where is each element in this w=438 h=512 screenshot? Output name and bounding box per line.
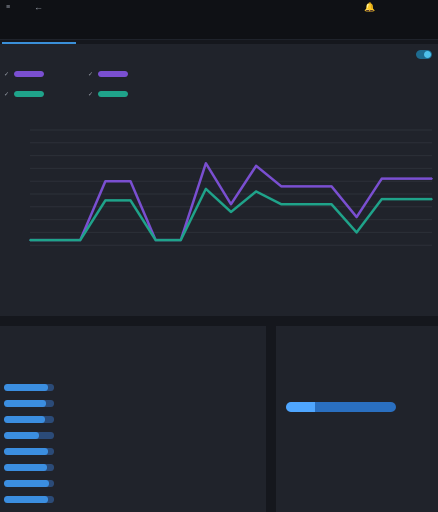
storage-progress-bar — [286, 402, 396, 412]
legend-row-purple-1[interactable]: ✓ — [4, 70, 44, 78]
usage-bar — [4, 496, 54, 503]
line-chart — [29, 129, 433, 246]
tab-bar — [0, 28, 438, 44]
table-row[interactable] — [0, 476, 266, 492]
legend-swatch-purple — [98, 71, 128, 77]
check-icon: ✓ — [88, 71, 94, 78]
table-row[interactable] — [0, 460, 266, 476]
chart-panel: ✓ ✓ ✓ ✓ — [0, 44, 438, 316]
chart-toggle[interactable] — [412, 50, 432, 59]
usage-bar-fill — [4, 448, 48, 455]
series-1-point-14 — [380, 198, 383, 200]
check-icon: ✓ — [4, 71, 10, 78]
legend-swatch-purple — [14, 71, 44, 77]
usage-bar — [4, 464, 54, 471]
series-0-point-14 — [380, 177, 383, 180]
usage-bar-fill — [4, 384, 48, 391]
series-0-point-11 — [305, 185, 308, 188]
series-0-point-4 — [129, 180, 132, 182]
series-0-point-3 — [104, 180, 107, 182]
menu-icon[interactable]: ≡ — [6, 4, 10, 11]
legend-row-teal-1[interactable]: ✓ — [4, 90, 44, 98]
series-1-point-11 — [305, 203, 308, 206]
usage-bar-fill — [4, 416, 45, 423]
toggle-switch[interactable] — [416, 50, 432, 59]
series-0-point-9 — [255, 165, 257, 167]
series-1-point-9 — [255, 190, 257, 193]
usage-bar-fill — [4, 400, 46, 407]
check-icon: ✓ — [4, 91, 10, 98]
series-0-point-7 — [205, 162, 207, 165]
series-1-point-16 — [431, 198, 433, 200]
series-0-point-10 — [280, 185, 283, 188]
table-row[interactable] — [0, 412, 266, 428]
usage-bar-fill — [4, 480, 49, 487]
legend-swatch-teal — [98, 91, 128, 97]
table-row[interactable] — [0, 508, 266, 512]
storage-progress-fill — [286, 402, 315, 412]
series-1-point-4 — [129, 199, 132, 202]
series-1-point-2 — [79, 239, 82, 241]
table-row[interactable] — [0, 428, 266, 444]
series-1-point-1 — [54, 239, 56, 241]
usage-bar-fill — [4, 496, 48, 503]
series-1-point-12 — [330, 203, 333, 206]
table-header — [0, 364, 266, 376]
usage-bar-fill — [4, 464, 47, 471]
notification-bell-icon[interactable]: 🔔 — [364, 2, 375, 13]
usage-bar — [4, 384, 54, 391]
usage-bar-fill — [4, 432, 39, 439]
usage-bar — [4, 480, 54, 487]
series-0-point-16 — [431, 177, 433, 180]
usage-bar — [4, 400, 54, 407]
series-0-point-8 — [230, 203, 232, 206]
series-0-point-13 — [355, 216, 358, 218]
table-row[interactable] — [0, 396, 266, 412]
usage-bar — [4, 416, 54, 423]
check-icon: ✓ — [88, 91, 94, 98]
tab-active[interactable] — [2, 28, 76, 44]
table-row[interactable] — [0, 492, 266, 508]
applications-panel — [0, 326, 266, 512]
legend-swatch-teal — [14, 91, 44, 97]
series-1-point-15 — [406, 198, 408, 200]
series-1-point-7 — [205, 188, 207, 190]
series-1-point-6 — [179, 239, 182, 241]
series-1-point-10 — [280, 203, 283, 206]
series-1-point-3 — [104, 199, 107, 202]
usage-bar — [4, 432, 54, 439]
storage-panel — [276, 326, 438, 512]
legend-row-teal-2[interactable]: ✓ — [88, 90, 128, 98]
series-line-0 — [30, 162, 432, 242]
usage-bar — [4, 448, 54, 455]
series-0-point-12 — [330, 185, 333, 188]
table-row[interactable] — [0, 380, 266, 396]
series-1-point-8 — [230, 211, 232, 213]
back-arrow-icon[interactable]: ← — [34, 2, 43, 12]
series-1-point-5 — [154, 239, 157, 241]
series-1-point-0 — [29, 239, 31, 241]
series-0-point-15 — [406, 177, 408, 180]
series-1-point-13 — [355, 231, 358, 234]
legend-row-purple-2[interactable]: ✓ — [88, 70, 128, 78]
table-row[interactable] — [0, 444, 266, 460]
